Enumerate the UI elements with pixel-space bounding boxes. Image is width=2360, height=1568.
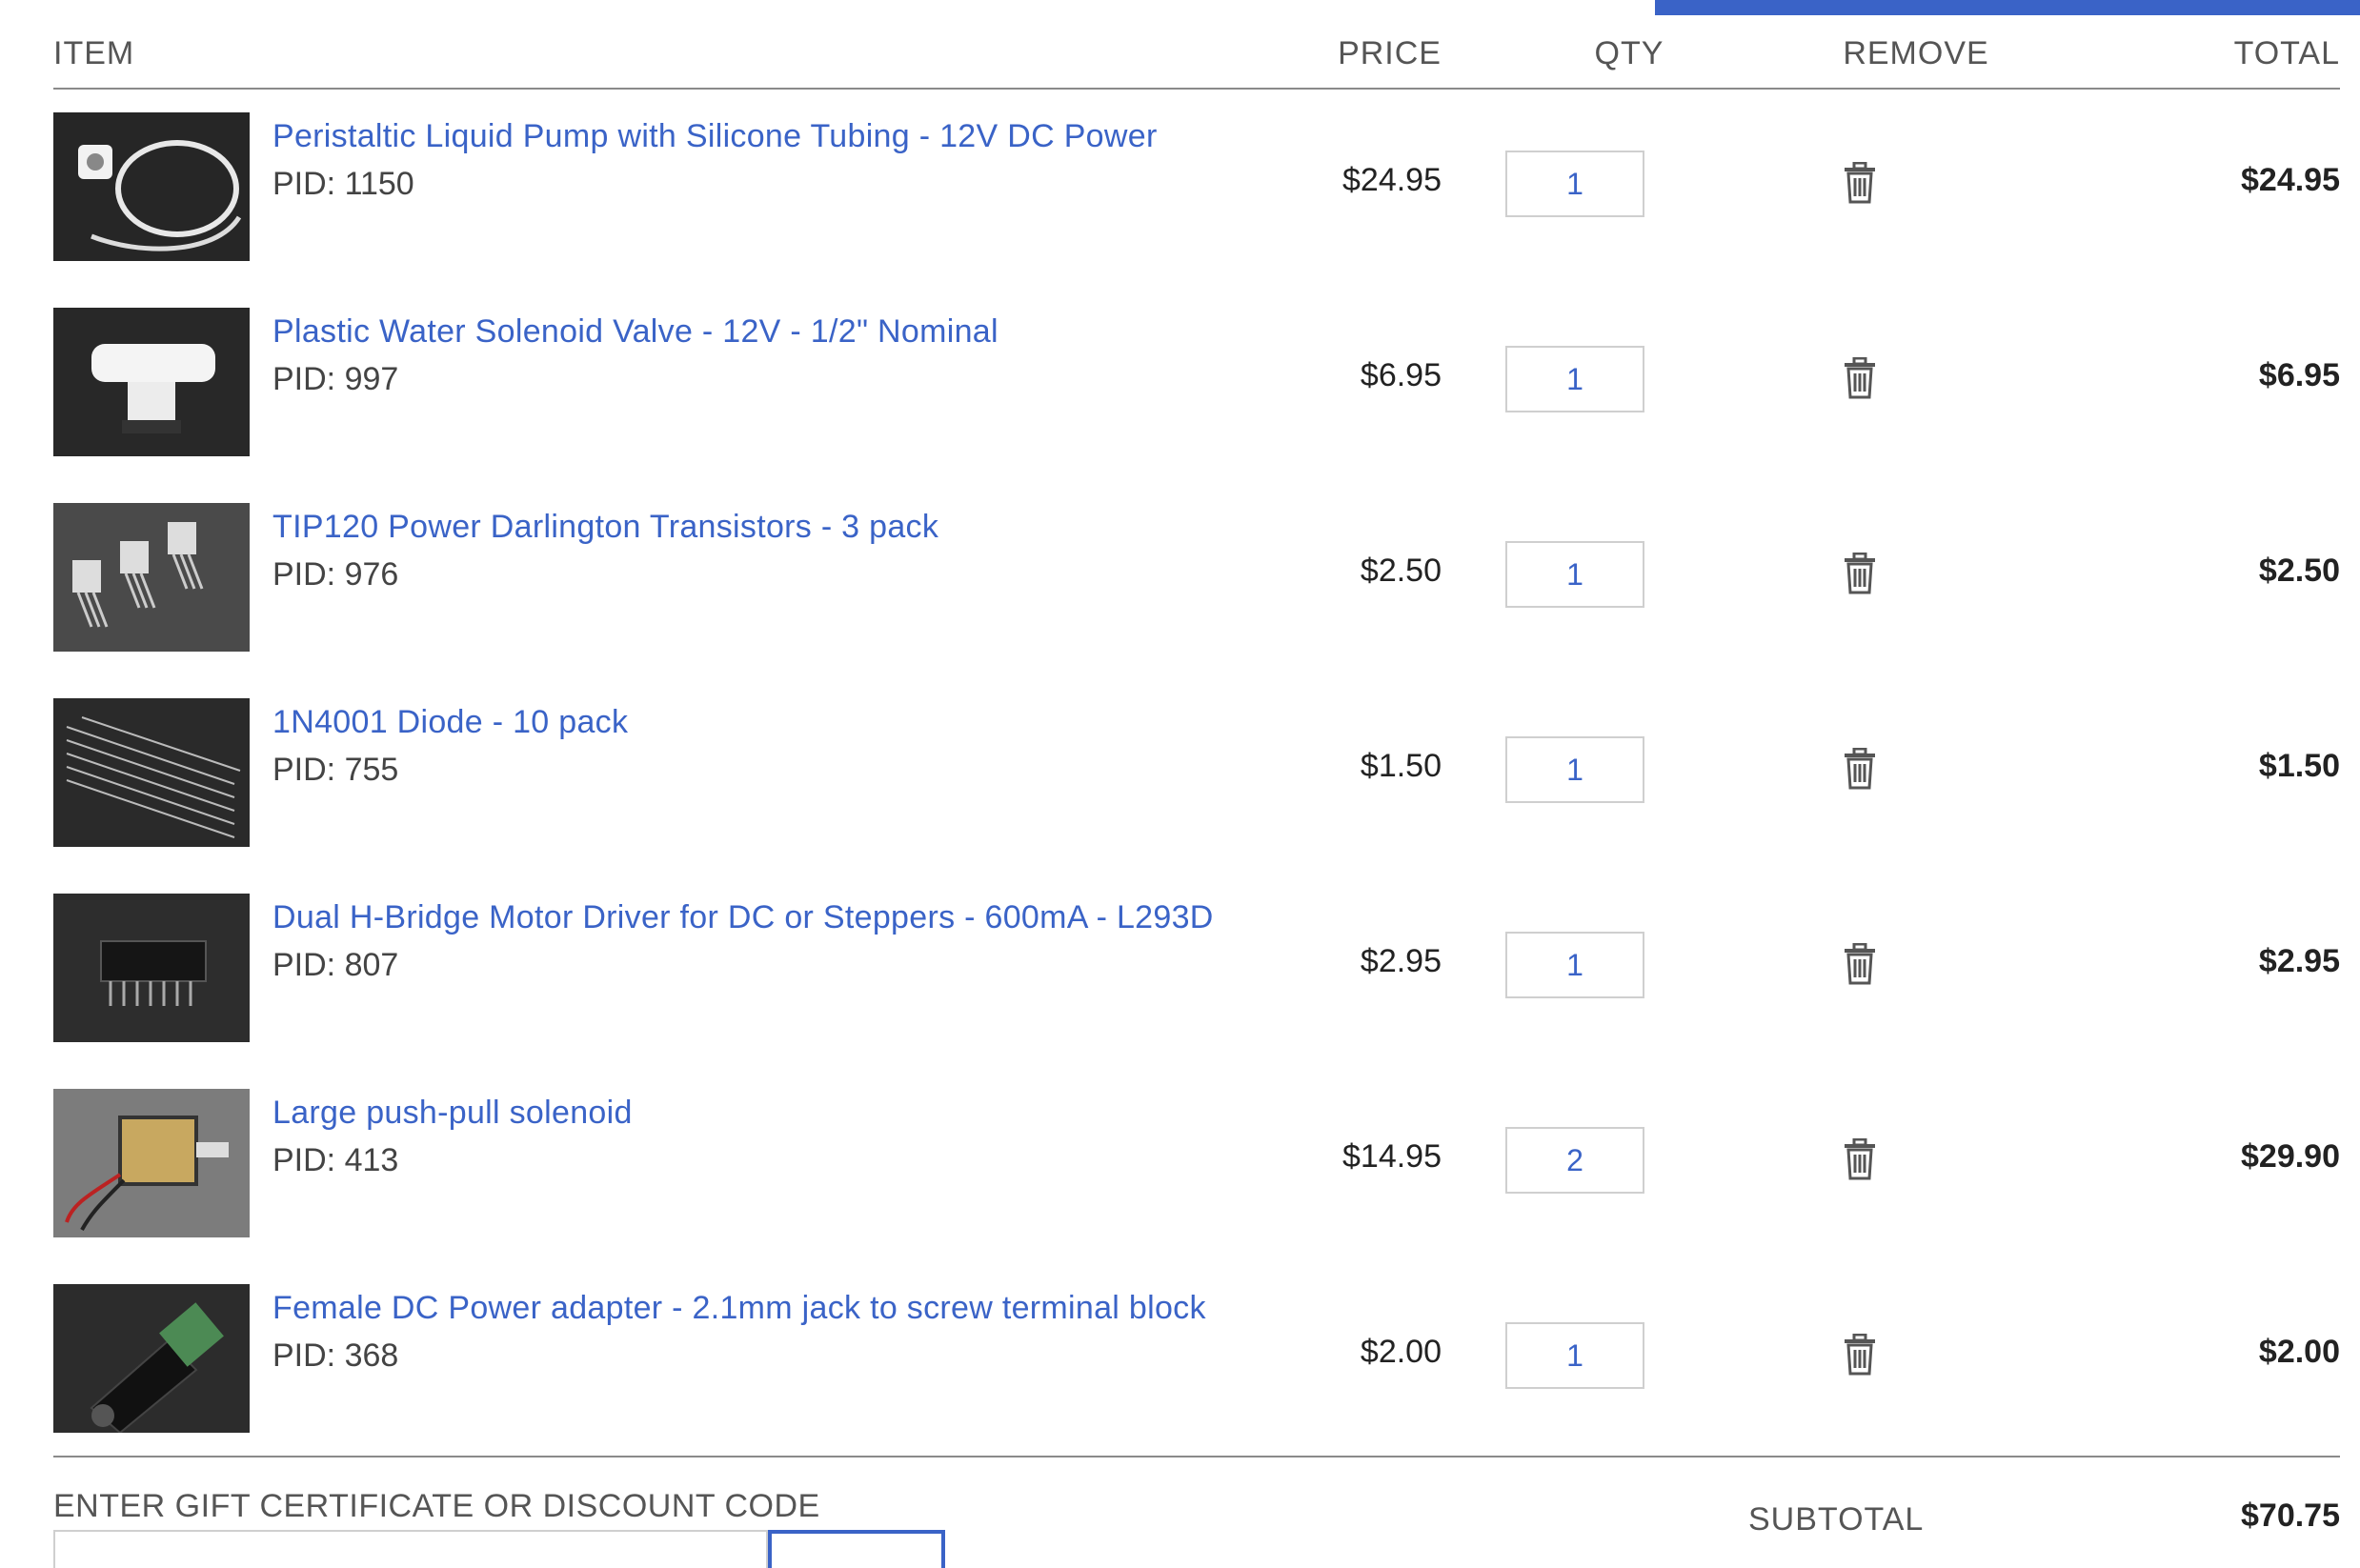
trash-icon[interactable] [1841, 1137, 1879, 1180]
product-pid: PID: 413 [272, 1142, 399, 1178]
cart-row: TIP120 Power Darlington Transistors - 3 … [53, 503, 2340, 655]
line-total: $2.95 [2258, 943, 2340, 979]
product-pid: PID: 976 [272, 556, 399, 593]
quantity-input[interactable] [1505, 541, 1644, 608]
product-link[interactable]: Dual H-Bridge Motor Driver for DC or Ste… [272, 894, 1225, 941]
product-link[interactable]: Large push-pull solenoid [272, 1089, 1225, 1136]
line-total: $6.95 [2258, 357, 2340, 393]
quantity-input[interactable] [1505, 1127, 1644, 1194]
cart-row: Peristaltic Liquid Pump with Silicone Tu… [53, 112, 2340, 265]
product-link[interactable]: 1N4001 Diode - 10 pack [272, 698, 1225, 746]
product-info: 1N4001 Diode - 10 pack PID: 755 [272, 698, 1225, 794]
product-pid: PID: 807 [272, 947, 399, 983]
unit-price: $2.00 [1360, 1334, 1442, 1370]
product-image-dc-adapter[interactable] [53, 1284, 250, 1433]
cart-table-header: ITEM PRICE QTY REMOVE TOTAL [53, 30, 2340, 90]
trash-icon[interactable] [1841, 942, 1879, 985]
header-qty: QTY [1594, 35, 1664, 71]
cart-row: Plastic Water Solenoid Valve - 12V - 1/2… [53, 308, 2340, 460]
gift-code-label: ENTER GIFT CERTIFICATE OR DISCOUNT CODE [53, 1488, 820, 1524]
unit-price: $1.50 [1360, 748, 1442, 784]
quantity-input[interactable] [1505, 151, 1644, 217]
product-link[interactable]: Peristaltic Liquid Pump with Silicone Tu… [272, 112, 1225, 160]
subtotal-value: $70.75 [2241, 1498, 2340, 1534]
unit-price: $2.50 [1360, 553, 1442, 589]
cart-row: Dual H-Bridge Motor Driver for DC or Ste… [53, 894, 2340, 1046]
header-remove: REMOVE [1843, 35, 1989, 71]
cart-row: 1N4001 Diode - 10 pack PID: 755 $1.50 $1… [53, 698, 2340, 851]
trash-icon[interactable] [1841, 552, 1879, 594]
product-pid: PID: 368 [272, 1337, 399, 1374]
cart-row: Large push-pull solenoid PID: 413 $14.95… [53, 1089, 2340, 1241]
product-image-pump[interactable] [53, 112, 250, 261]
header-item: ITEM [53, 35, 135, 71]
trash-icon[interactable] [1841, 1333, 1879, 1376]
apply-code-button[interactable] [768, 1530, 945, 1568]
unit-price: $14.95 [1342, 1138, 1442, 1175]
quantity-input[interactable] [1505, 932, 1644, 998]
product-image-transistors[interactable] [53, 503, 250, 652]
product-pid: PID: 997 [272, 361, 399, 397]
trash-icon[interactable] [1841, 747, 1879, 790]
line-total: $24.95 [2241, 162, 2340, 198]
product-image-solenoid-valve[interactable] [53, 308, 250, 456]
product-info: Peristaltic Liquid Pump with Silicone Tu… [272, 112, 1225, 208]
product-info: Dual H-Bridge Motor Driver for DC or Ste… [272, 894, 1225, 989]
quantity-input[interactable] [1505, 1322, 1644, 1389]
product-pid: PID: 755 [272, 752, 399, 788]
product-pid: PID: 1150 [272, 166, 414, 202]
subtotal-label: SUBTOTAL [1748, 1501, 1925, 1538]
product-link[interactable]: Female DC Power adapter - 2.1mm jack to … [272, 1284, 1225, 1332]
product-info: Large push-pull solenoid PID: 413 [272, 1089, 1225, 1184]
quantity-input[interactable] [1505, 346, 1644, 412]
product-info: TIP120 Power Darlington Transistors - 3 … [272, 503, 1225, 598]
header-total: TOTAL [2233, 35, 2340, 71]
line-total: $1.50 [2258, 748, 2340, 784]
product-link[interactable]: Plastic Water Solenoid Valve - 12V - 1/2… [272, 308, 1225, 355]
gift-code-input[interactable] [53, 1530, 768, 1568]
unit-price: $6.95 [1360, 357, 1442, 393]
product-image-motor-driver[interactable] [53, 894, 250, 1042]
unit-price: $24.95 [1342, 162, 1442, 198]
product-link[interactable]: TIP120 Power Darlington Transistors - 3 … [272, 503, 1225, 551]
top-accent-bar [1655, 0, 2360, 15]
product-image-diodes[interactable] [53, 698, 250, 847]
product-info: Plastic Water Solenoid Valve - 12V - 1/2… [272, 308, 1225, 403]
line-total: $2.00 [2258, 1334, 2340, 1370]
cart-row: Female DC Power adapter - 2.1mm jack to … [53, 1284, 2340, 1437]
line-total: $29.90 [2241, 1138, 2340, 1175]
trash-icon[interactable] [1841, 161, 1879, 204]
footer-divider [53, 1456, 2340, 1457]
product-image-push-pull-solenoid[interactable] [53, 1089, 250, 1237]
trash-icon[interactable] [1841, 356, 1879, 399]
quantity-input[interactable] [1505, 736, 1644, 803]
unit-price: $2.95 [1360, 943, 1442, 979]
header-price: PRICE [1338, 35, 1442, 71]
product-info: Female DC Power adapter - 2.1mm jack to … [272, 1284, 1225, 1379]
line-total: $2.50 [2258, 553, 2340, 589]
